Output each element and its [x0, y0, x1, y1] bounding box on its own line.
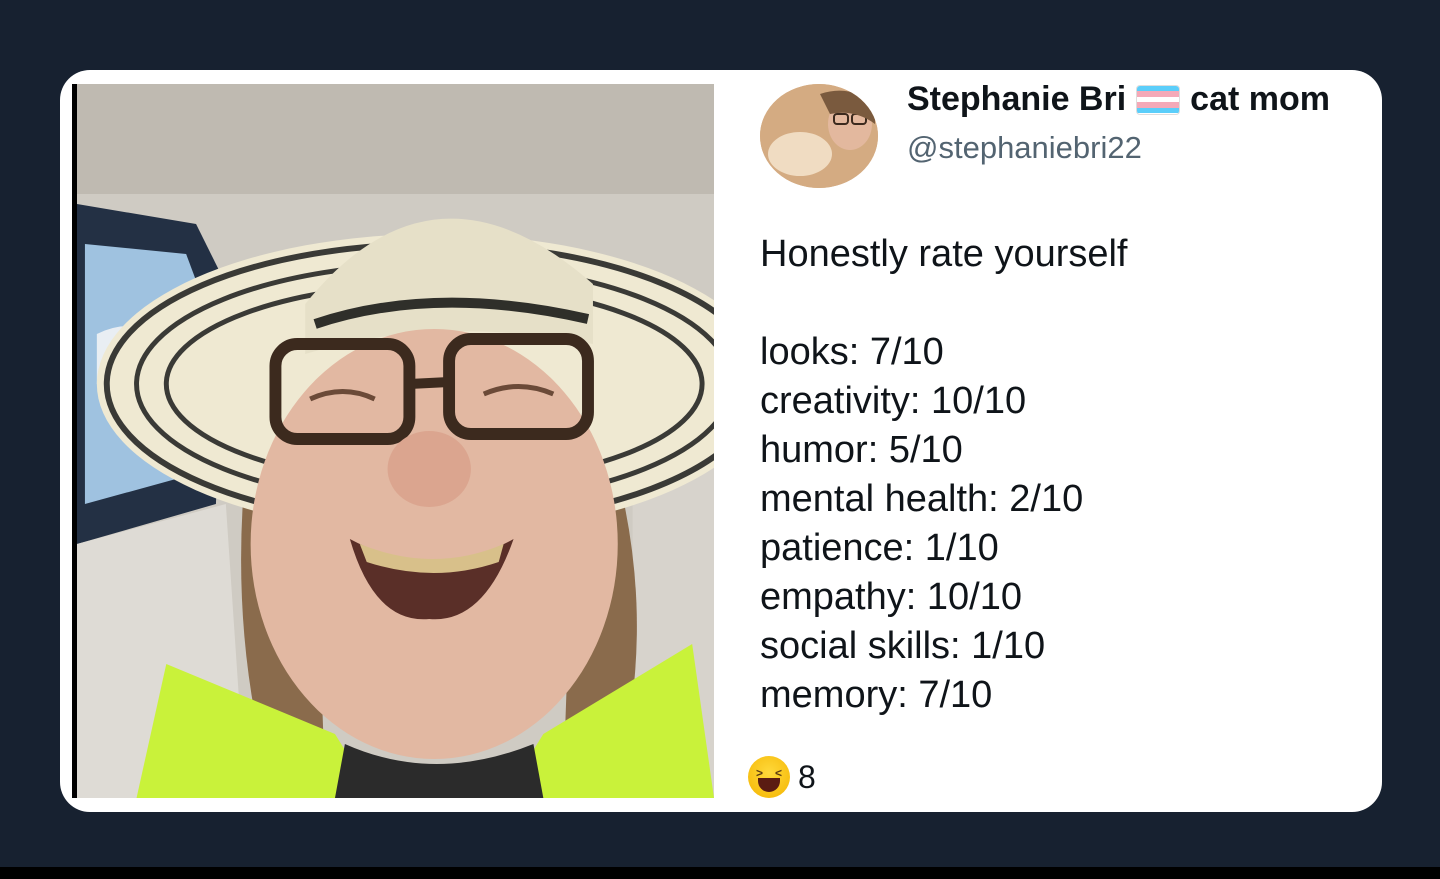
- bottom-bar: [0, 867, 1440, 879]
- rating-line: mental health: 2/10: [760, 478, 1084, 520]
- tweet-panel: Stephanie Bri cat mom @stephaniebri22 Ho…: [748, 70, 1380, 812]
- avatar-image: [760, 84, 878, 188]
- rating-line: memory: 7/10: [760, 674, 993, 716]
- author-handle[interactable]: @stephaniebri22: [907, 130, 1142, 166]
- rating-line: creativity: 10/10: [760, 380, 1027, 422]
- reaction-count: 8: [798, 758, 816, 795]
- selfie-photo[interactable]: [72, 84, 714, 798]
- author-name-row[interactable]: Stephanie Bri cat mom: [907, 80, 1330, 119]
- avatar[interactable]: [760, 84, 878, 188]
- rating-line: looks: 7/10: [760, 331, 944, 373]
- rating-line: patience: 1/10: [760, 527, 999, 569]
- rating-line: humor: 5/10: [760, 429, 963, 471]
- rating-line: social skills: 1/10: [760, 625, 1046, 667]
- rating-line: empathy: 10/10: [760, 576, 1022, 618]
- display-name[interactable]: Stephanie Bri: [907, 80, 1126, 119]
- selfie-image: [77, 84, 714, 798]
- laughing-emoji-icon: > <: [748, 756, 790, 798]
- reaction-button[interactable]: > < 8: [748, 756, 816, 798]
- display-name-suffix[interactable]: cat mom: [1190, 80, 1330, 119]
- screenshot-frame: Stephanie Bri cat mom @stephaniebri22 Ho…: [0, 0, 1440, 879]
- tweet-lead-line: Honestly rate yourself: [760, 233, 1128, 275]
- post-card: Stephanie Bri cat mom @stephaniebri22 Ho…: [60, 70, 1382, 812]
- trans-flag-icon: [1136, 84, 1181, 115]
- tweet-text: Honestly rate yourself looks: 7/10 creat…: [760, 230, 1360, 720]
